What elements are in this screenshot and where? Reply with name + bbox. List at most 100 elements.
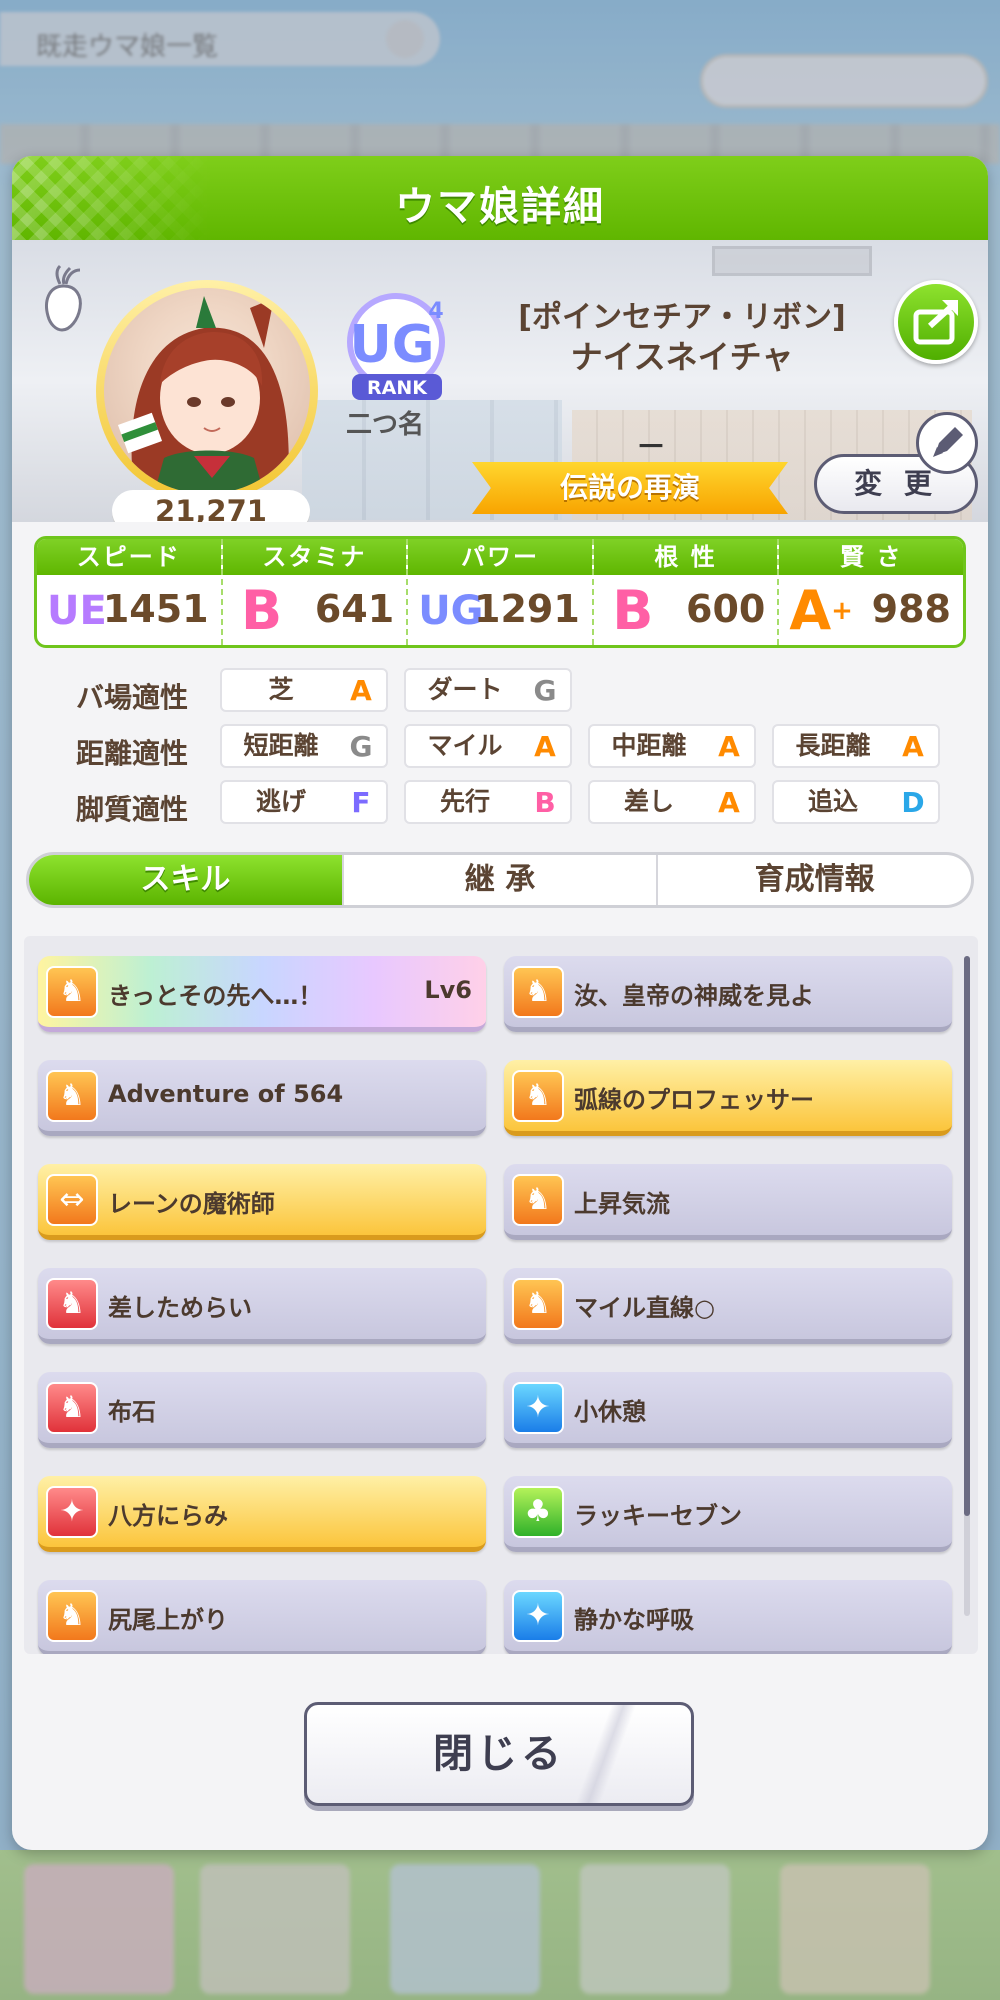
speed-skill-icon: ♞: [46, 1590, 98, 1642]
skills-scrollbar-thumb[interactable]: [964, 956, 970, 1516]
apt-chaser: 追込 D: [772, 780, 940, 824]
skill-card[interactable]: ♞ 弧線のプロフェッサー: [504, 1060, 952, 1136]
stat-wisdom-label: 賢 さ: [779, 539, 963, 575]
skill-card[interactable]: ✦ 八方にらみ: [38, 1476, 486, 1552]
rank-letters: UG: [350, 315, 435, 375]
speed-skill-icon: ♞: [46, 1070, 98, 1122]
distance-aptitude-label: 距離適性: [76, 737, 189, 770]
apt-dirt: ダート G: [404, 668, 572, 712]
avatar: [104, 288, 310, 494]
skills-scrollbar[interactable]: [964, 956, 970, 1616]
stat-wisdom: 賢 さ A+ 988: [779, 539, 963, 645]
stat-stamina-value: 641: [314, 587, 395, 631]
debuff-skill-icon: ✦: [46, 1486, 98, 1538]
edit-button[interactable]: [916, 412, 978, 474]
carrot-icon[interactable]: [36, 264, 92, 334]
skill-name: マイル直線○: [574, 1294, 715, 1322]
lane-skill-icon: ⇔: [46, 1174, 98, 1226]
skill-card[interactable]: ♞ 上昇気流: [504, 1164, 952, 1240]
apt-long: 長距離 A: [772, 724, 940, 768]
stat-power: パワー UG 1291: [408, 539, 594, 645]
skill-name: 差しためらい: [108, 1294, 252, 1322]
detail-tabs: スキル 継 承 育成情報: [26, 852, 974, 908]
skill-name: Adventure of 564: [108, 1080, 344, 1108]
stat-power-grade: UG: [418, 588, 484, 634]
skill-card[interactable]: ♞ 尻尾上がり: [38, 1580, 486, 1654]
skill-name: 汝、皇帝の神威を見よ: [574, 982, 814, 1010]
stat-guts-grade: B: [612, 579, 654, 642]
apt-leader: 先行 B: [404, 780, 572, 824]
recovery-skill-icon: ✦: [512, 1382, 564, 1434]
skill-card[interactable]: ♞ 汝、皇帝の神威を見よ: [504, 956, 952, 1032]
stat-guts-value: 600: [686, 587, 766, 631]
skill-name: 弧線のプロフェッサー: [574, 1086, 814, 1114]
apt-turf: 芝 A: [220, 668, 388, 712]
recovery-skill-icon: ✦: [512, 1590, 564, 1642]
skill-card[interactable]: ♣ ラッキーセブン: [504, 1476, 952, 1552]
apt-mile: マイル A: [404, 724, 572, 768]
dialog-header: ウマ娘詳細: [12, 156, 988, 240]
fan-count: 21,271: [112, 490, 310, 522]
speed-skill-icon: ♞: [512, 1174, 564, 1226]
skill-card[interactable]: ✦ 静かな呼吸: [504, 1580, 952, 1654]
stat-wisdom-grade: A+: [789, 579, 853, 642]
tab-inheritance[interactable]: 継 承: [344, 855, 659, 905]
rank-badge: UG 4 RANK: [347, 293, 445, 400]
share-button[interactable]: [894, 280, 978, 364]
skill-level: Lv6: [424, 976, 472, 1004]
apt-runner: 逃げ F: [220, 780, 388, 824]
skill-card[interactable]: ♞ 布石: [38, 1372, 486, 1448]
skill-name: 八方にらみ: [108, 1502, 228, 1530]
tab-skills[interactable]: スキル: [29, 855, 344, 905]
apt-sprint: 短距離 G: [220, 724, 388, 768]
speed-skill-icon: ♞: [512, 1278, 564, 1330]
skill-name: 上昇気流: [574, 1190, 670, 1218]
dialog-title: ウマ娘詳細: [395, 184, 605, 230]
skill-card[interactable]: ♞ 差しためらい: [38, 1268, 486, 1344]
skill-card[interactable]: ✦ 小休憩: [504, 1372, 952, 1448]
dash-mark: －: [636, 430, 666, 465]
speed-skill-icon: ♞: [512, 1070, 564, 1122]
stat-speed-value: 1451: [102, 587, 209, 631]
share-icon: [913, 300, 958, 345]
stat-power-value: 1291: [474, 587, 580, 631]
close-button-label: 閉じる: [433, 1731, 565, 1777]
stat-speed-grade: UE: [47, 588, 107, 634]
apt-medium: 中距離 A: [588, 724, 756, 768]
skill-name: 布石: [108, 1398, 156, 1426]
rank-label: RANK: [367, 377, 428, 399]
skills-list[interactable]: ♞ きっとその先へ…！ Lv6 ♞ 汝、皇帝の神威を見よ ♞ Adventure…: [24, 936, 978, 1654]
profile-section: 21,271 UG 4 RANK 二つ名 [ポインセチア・リボン] ナイスネイチ…: [12, 240, 988, 522]
horse-name: ナイスネイチャ: [570, 338, 794, 376]
stat-guts: 根 性 B 600: [593, 539, 780, 645]
style-aptitude-label: 脚質適性: [76, 793, 189, 826]
rank-sup: 4: [428, 299, 443, 324]
skill-card[interactable]: ♞ きっとその先へ…！ Lv6: [38, 956, 486, 1032]
horse-detail-dialog: ウマ娘詳細 21,271 UG 4 RANK 二つ名 [ポインセチア・リボン] …: [12, 156, 988, 1850]
luck-skill-icon: ♣: [512, 1486, 564, 1538]
legend-epithet-tag: 伝説の再演: [472, 462, 788, 514]
skill-name: 静かな呼吸: [574, 1606, 694, 1634]
pencil-icon: [933, 427, 963, 457]
skill-name: 尻尾上がり: [108, 1606, 228, 1634]
skill-name: 小休憩: [574, 1398, 646, 1426]
stat-stamina-label: スタミナ: [222, 539, 407, 575]
stat-stamina-grade: B: [241, 579, 283, 642]
skill-name: きっとその先へ…！: [108, 982, 323, 1010]
skill-card[interactable]: ⇔ レーンの魔術師: [38, 1164, 486, 1240]
close-button[interactable]: 閉じる: [304, 1702, 694, 1806]
skill-name: レーンの魔術師: [108, 1190, 275, 1218]
stat-stamina: スタミナ B 641: [222, 539, 409, 645]
character-portrait: [117, 296, 289, 494]
tab-training-info[interactable]: 育成情報: [658, 855, 971, 905]
epithet-title: [ポインセチア・リボン]: [518, 300, 846, 335]
avatar-frame[interactable]: [96, 280, 318, 502]
stat-power-label: パワー: [408, 539, 592, 575]
speed-skill-icon: ♞: [46, 966, 98, 1018]
debuff-skill-icon: ♞: [46, 1278, 98, 1330]
stats-panel: スピード UE 1451 スタミナ B 641 パワー UG 1291 根 性 …: [34, 536, 966, 648]
apt-betweener: 差し A: [588, 780, 756, 824]
skill-card[interactable]: ♞ マイル直線○: [504, 1268, 952, 1344]
skill-name: ラッキーセブン: [574, 1502, 742, 1530]
skill-card[interactable]: ♞ Adventure of 564: [38, 1060, 486, 1136]
